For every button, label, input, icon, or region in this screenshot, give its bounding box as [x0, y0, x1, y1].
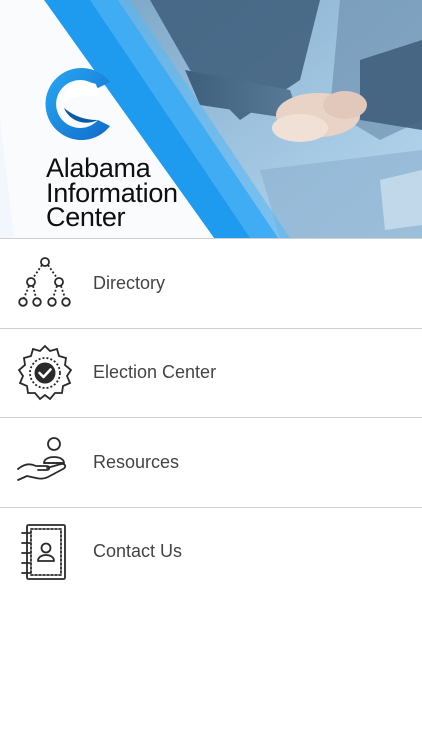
- org-chart-icon: [14, 252, 76, 314]
- menu-item-election-center[interactable]: Election Center: [0, 327, 422, 417]
- app-screen: Alabama Information Center Directory Ele…: [0, 0, 422, 750]
- hand-person-icon: [14, 431, 76, 493]
- header-banner: Alabama Information Center: [0, 0, 422, 238]
- main-menu: Directory Election Center Resources Cont…: [0, 238, 422, 596]
- menu-item-label: Directory: [93, 272, 166, 293]
- menu-item-contact-us[interactable]: Contact Us: [0, 506, 422, 596]
- brand-line-3: Center: [46, 202, 126, 232]
- check-badge-icon: [14, 342, 76, 404]
- menu-item-label: Resources: [93, 451, 180, 472]
- address-book-icon: [14, 521, 76, 583]
- menu-item-directory[interactable]: Directory: [0, 238, 422, 328]
- brand-line-1: Alabama: [46, 153, 151, 183]
- menu-item-resources[interactable]: Resources: [0, 417, 422, 507]
- menu-item-label: Contact Us: [93, 541, 183, 562]
- menu-item-label: Election Center: [93, 362, 217, 383]
- brand-title: Alabama Information Center: [46, 153, 178, 232]
- logo-c-icon: [45, 68, 110, 140]
